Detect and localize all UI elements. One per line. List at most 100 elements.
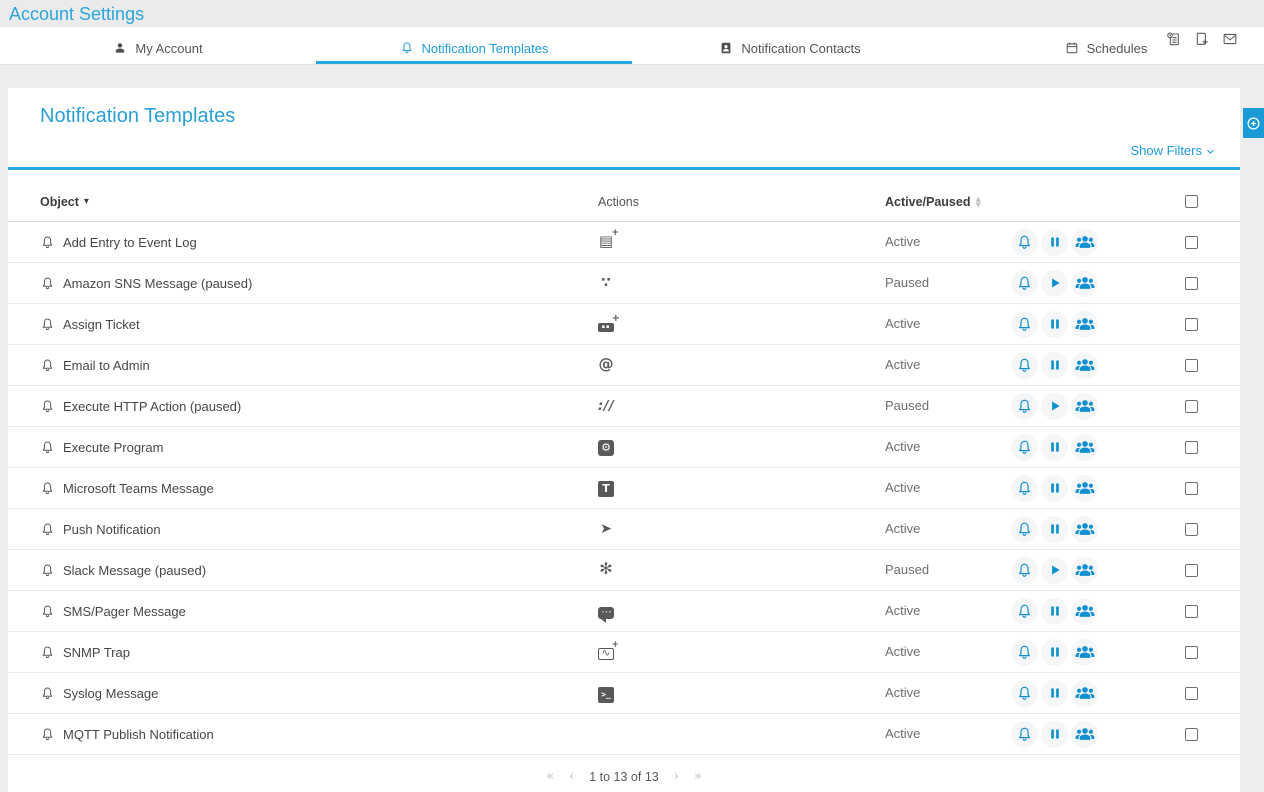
pause-button[interactable] xyxy=(1041,434,1068,461)
used-by-button[interactable] xyxy=(1071,434,1098,461)
next-page-button[interactable]: › xyxy=(674,769,679,784)
select-all-checkbox[interactable] xyxy=(1185,195,1198,208)
row-object-label[interactable]: Syslog Message xyxy=(63,686,158,701)
first-page-button[interactable]: « xyxy=(546,769,554,784)
used-by-button[interactable] xyxy=(1071,557,1098,584)
used-by-button[interactable] xyxy=(1071,516,1098,543)
header-corner-icons xyxy=(1166,31,1238,47)
row-checkbox[interactable] xyxy=(1185,359,1198,372)
actions-cell: :// xyxy=(598,397,885,415)
test-notification-button[interactable] xyxy=(1011,311,1038,338)
pause-button[interactable] xyxy=(1041,721,1068,748)
users-icon xyxy=(1075,601,1095,621)
pause-button[interactable] xyxy=(1041,311,1068,338)
row-checkbox[interactable] xyxy=(1185,318,1198,331)
used-by-button[interactable] xyxy=(1071,721,1098,748)
test-notification-button[interactable] xyxy=(1011,270,1038,297)
used-by-button[interactable] xyxy=(1071,229,1098,256)
pause-button[interactable] xyxy=(1041,680,1068,707)
row-controls xyxy=(1011,557,1185,584)
pause-button[interactable] xyxy=(1041,352,1068,379)
column-header-object[interactable]: Object ▾ xyxy=(40,195,598,209)
resume-button[interactable] xyxy=(1041,393,1068,420)
test-notification-button[interactable] xyxy=(1011,516,1038,543)
row-checkbox[interactable] xyxy=(1185,400,1198,413)
column-header-status[interactable]: Active/Paused ▲▼ xyxy=(885,195,1185,209)
row-checkbox[interactable] xyxy=(1185,441,1198,454)
row-object-label[interactable]: Microsoft Teams Message xyxy=(63,481,214,496)
used-by-button[interactable] xyxy=(1071,311,1098,338)
row-object-label[interactable]: Slack Message (paused) xyxy=(63,563,206,578)
show-filters-link[interactable]: Show Filters xyxy=(1130,143,1216,158)
used-by-button[interactable] xyxy=(1071,270,1098,297)
test-notification-button[interactable] xyxy=(1011,229,1038,256)
test-notification-button[interactable] xyxy=(1011,434,1038,461)
row-status: Active xyxy=(885,644,920,659)
row-checkbox[interactable] xyxy=(1185,523,1198,536)
tab-my-account[interactable]: My Account xyxy=(0,27,316,64)
used-by-button[interactable] xyxy=(1071,475,1098,502)
row-object-label[interactable]: Add Entry to Event Log xyxy=(63,235,197,250)
used-by-button[interactable] xyxy=(1071,393,1098,420)
bell-icon xyxy=(40,276,55,291)
used-by-button[interactable] xyxy=(1071,680,1098,707)
object-cell: MQTT Publish Notification xyxy=(40,727,598,742)
previous-page-button[interactable]: ‹ xyxy=(569,769,574,784)
row-object-label[interactable]: SNMP Trap xyxy=(63,645,130,660)
play-icon xyxy=(1048,399,1062,413)
row-object-label[interactable]: Email to Admin xyxy=(63,358,150,373)
bell-icon xyxy=(1016,685,1033,702)
test-notification-button[interactable] xyxy=(1011,639,1038,666)
test-notification-button[interactable] xyxy=(1011,393,1038,420)
resume-button[interactable] xyxy=(1041,557,1068,584)
test-notification-button[interactable] xyxy=(1011,721,1038,748)
envelope-icon[interactable] xyxy=(1222,31,1238,47)
test-notification-button[interactable] xyxy=(1011,680,1038,707)
row-status: Paused xyxy=(885,398,929,413)
add-notification-template-button[interactable] xyxy=(1243,108,1264,138)
used-by-button[interactable] xyxy=(1071,352,1098,379)
used-by-button[interactable] xyxy=(1071,639,1098,666)
row-checkbox[interactable] xyxy=(1185,564,1198,577)
used-by-button[interactable] xyxy=(1071,598,1098,625)
row-object-label[interactable]: MQTT Publish Notification xyxy=(63,727,214,742)
row-checkbox[interactable] xyxy=(1185,605,1198,618)
last-page-button[interactable]: » xyxy=(694,769,702,784)
row-status: Active xyxy=(885,234,920,249)
pause-button[interactable] xyxy=(1041,516,1068,543)
tab-notification-contacts[interactable]: Notification Contacts xyxy=(632,27,948,64)
pause-button[interactable] xyxy=(1041,475,1068,502)
tab-label: Schedules xyxy=(1087,41,1148,56)
row-checkbox[interactable] xyxy=(1185,236,1198,249)
row-status: Paused xyxy=(885,562,929,577)
row-object-label[interactable]: Push Notification xyxy=(63,522,161,537)
row-checkbox[interactable] xyxy=(1185,277,1198,290)
row-checkbox[interactable] xyxy=(1185,728,1198,741)
pause-button[interactable] xyxy=(1041,639,1068,666)
test-notification-button[interactable] xyxy=(1011,352,1038,379)
row-controls xyxy=(1011,598,1185,625)
row-object-label[interactable]: Execute HTTP Action (paused) xyxy=(63,399,241,414)
resume-button[interactable] xyxy=(1041,270,1068,297)
row-object-label[interactable]: Assign Ticket xyxy=(63,317,140,332)
object-cell: Execute Program xyxy=(40,440,598,455)
row-checkbox[interactable] xyxy=(1185,687,1198,700)
bell-icon xyxy=(1016,480,1033,497)
test-notification-button[interactable] xyxy=(1011,557,1038,584)
row-checkbox[interactable] xyxy=(1185,482,1198,495)
row-checkbox[interactable] xyxy=(1185,646,1198,659)
pause-button[interactable] xyxy=(1041,598,1068,625)
row-object-label[interactable]: Execute Program xyxy=(63,440,163,455)
object-cell: Amazon SNS Message (paused) xyxy=(40,276,598,291)
pause-button[interactable] xyxy=(1041,229,1068,256)
note-clock-icon[interactable] xyxy=(1166,31,1182,47)
row-object-label[interactable]: SMS/Pager Message xyxy=(63,604,186,619)
add-document-icon[interactable] xyxy=(1194,31,1210,47)
actions-cell: >_ xyxy=(598,684,885,703)
row-object-label[interactable]: Amazon SNS Message (paused) xyxy=(63,276,252,291)
bell-icon xyxy=(40,358,55,373)
test-notification-button[interactable] xyxy=(1011,598,1038,625)
tab-notification-templates[interactable]: Notification Templates xyxy=(316,27,632,64)
test-notification-button[interactable] xyxy=(1011,475,1038,502)
show-filters-label: Show Filters xyxy=(1130,143,1202,158)
